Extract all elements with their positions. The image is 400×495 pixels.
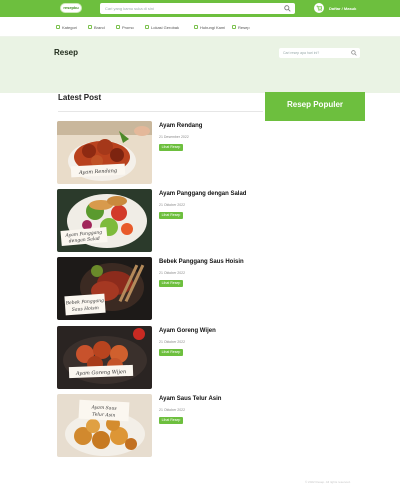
post-item: Ayam Goreng Wijen Ayam Goreng Wijen 21 O… xyxy=(57,326,267,389)
post-date: 21 Desember 2022 xyxy=(159,135,189,139)
nav-item-promo[interactable]: Promo xyxy=(116,23,134,31)
post-item: Ayam Rendang Ayam Rendang 21 Desember 20… xyxy=(57,121,267,184)
popular-recipes-header: Resep Populer xyxy=(265,92,365,121)
popular-recipes-title: Resep Populer xyxy=(286,100,343,109)
post-date: 21 Oktober 2022 xyxy=(159,340,186,344)
post-thumbnail[interactable]: Ayam Rendang xyxy=(57,121,152,184)
promo-icon xyxy=(116,25,120,29)
post-title[interactable]: Bebek Panggang Saus Hoisin xyxy=(159,259,244,265)
nav-item-lokasi[interactable]: Lokasi Gerobak xyxy=(145,23,179,31)
recipe-search-placeholder: Cari resep apa hari ini? xyxy=(283,51,320,55)
post-item: Ayam Saus Telur Asin Ayam Saus Telur Asi… xyxy=(57,394,267,457)
recipe-icon xyxy=(232,25,236,29)
post-date: 21 Oktober 2022 xyxy=(159,271,186,275)
nav-item-brand[interactable]: Brand xyxy=(88,23,105,31)
category-icon xyxy=(56,25,60,29)
post-thumbnail[interactable]: Ayam Saus Telur Asin xyxy=(57,394,152,457)
section-divider xyxy=(58,111,263,112)
header-search-input[interactable]: Cari yang kamu suka di sini xyxy=(100,3,295,14)
main-nav: Kategori Brand Promo Lokasi Gerobak Hubu… xyxy=(0,17,400,37)
post-item: Bebek Panggang Saus Hoisin Bebek Panggan… xyxy=(57,257,267,320)
location-icon xyxy=(145,25,149,29)
brand-logo[interactable]: resepku xyxy=(60,3,82,13)
latest-post-heading: Latest Post xyxy=(58,93,102,102)
view-recipe-button[interactable]: Lihat Resep xyxy=(159,212,183,219)
top-bar: resepku Cari yang kamu suka di sini Daft… xyxy=(0,0,400,17)
post-date: 21 Oktober 2022 xyxy=(159,408,186,412)
contact-icon xyxy=(194,25,198,29)
post-item: Ayam Panggang dengan Salad Ayam Panggang… xyxy=(57,189,267,252)
nav-item-resep[interactable]: Resep xyxy=(232,23,250,31)
page-title: Resep xyxy=(54,48,79,57)
post-thumbnail[interactable]: Ayam Panggang dengan Salad xyxy=(57,189,152,252)
login-link[interactable]: Daftar / Masuk xyxy=(329,5,356,12)
post-title[interactable]: Ayam Saus Telur Asin xyxy=(159,396,221,402)
post-thumbnail[interactable]: Ayam Goreng Wijen xyxy=(57,326,152,389)
view-recipe-button[interactable]: Lihat Resep xyxy=(159,417,183,424)
view-recipe-button[interactable]: Lihat Resep xyxy=(159,144,183,151)
post-title[interactable]: Ayam Goreng Wijen xyxy=(159,328,216,334)
post-date: 21 Oktober 2022 xyxy=(159,203,186,207)
cart-icon[interactable] xyxy=(314,3,324,13)
footer-copyright: © 2022 Resep. All rights reserved. xyxy=(305,480,351,484)
page-hero: Resep Cari resep apa hari ini? xyxy=(0,37,400,93)
post-thumbnail[interactable]: Bebek Panggang Saus Hoisin xyxy=(57,257,152,320)
header-search-placeholder: Cari yang kamu suka di sini xyxy=(105,6,154,11)
post-title[interactable]: Ayam Panggang dengan Salad xyxy=(159,191,246,197)
nav-item-hubungi[interactable]: Hubungi Kami xyxy=(194,23,225,31)
brand-icon xyxy=(88,25,92,29)
nav-item-kategori[interactable]: Kategori xyxy=(56,23,77,31)
post-title[interactable]: Ayam Rendang xyxy=(159,123,202,129)
view-recipe-button[interactable]: Lihat Resep xyxy=(159,280,183,287)
recipe-search-input[interactable]: Cari resep apa hari ini? xyxy=(279,48,360,58)
search-icon[interactable] xyxy=(351,50,357,56)
view-recipe-button[interactable]: Lihat Resep xyxy=(159,349,183,356)
search-icon[interactable] xyxy=(284,5,291,12)
